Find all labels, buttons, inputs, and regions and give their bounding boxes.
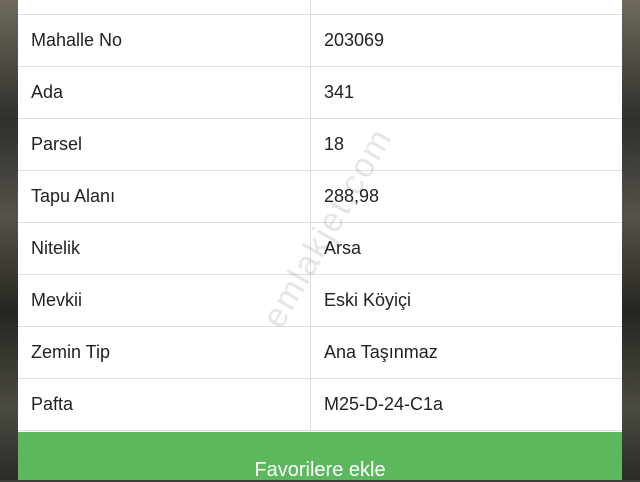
row-key-tapu-alani: Tapu Alanı — [18, 170, 311, 223]
table-row: Pafta M25-D-24-C1a — [18, 378, 622, 431]
row-key-nitelik: Nitelik — [18, 222, 311, 275]
property-details-table: Mahalle No 203069 Ada 341 Parsel 18 Tapu… — [18, 0, 622, 431]
row-value-parsel: 18 — [310, 118, 622, 171]
background-left — [0, 0, 18, 480]
row-value-pafta: M25-D-24-C1a — [310, 378, 622, 431]
row-value-mahalle-no: 203069 — [310, 14, 622, 67]
table-row: Zemin Tip Ana Taşınmaz — [18, 326, 622, 379]
table-row: Mevkii Eski Köyiçi — [18, 274, 622, 327]
property-details-sheet: Mahalle No 203069 Ada 341 Parsel 18 Tapu… — [18, 0, 622, 481]
table-row: Tapu Alanı 288,98 — [18, 170, 622, 223]
row-key-pafta: Pafta — [18, 378, 311, 431]
table-row: Parsel 18 — [18, 118, 622, 171]
table-row: Nitelik Arsa — [18, 222, 622, 275]
row-value — [310, 0, 622, 15]
row-key — [18, 0, 311, 15]
row-value-zemin-tip: Ana Taşınmaz — [310, 326, 622, 379]
table-row: Ada 341 — [18, 66, 622, 119]
row-value-tapu-alani: 288,98 — [310, 170, 622, 223]
row-key-parsel: Parsel — [18, 118, 311, 171]
row-value-ada: 341 — [310, 66, 622, 119]
background-right — [622, 0, 640, 480]
row-key-mahalle-no: Mahalle No — [18, 14, 311, 67]
row-key-mevkii: Mevkii — [18, 274, 311, 327]
row-value-mevkii: Eski Köyiçi — [310, 274, 622, 327]
add-to-favorites-button[interactable]: Favorilere ekle — [18, 432, 622, 481]
row-key-zemin-tip: Zemin Tip — [18, 326, 311, 379]
table-row: Mahalle No 203069 — [18, 14, 622, 67]
row-key-ada: Ada — [18, 66, 311, 119]
row-value-nitelik: Arsa — [310, 222, 622, 275]
table-row — [18, 0, 622, 15]
